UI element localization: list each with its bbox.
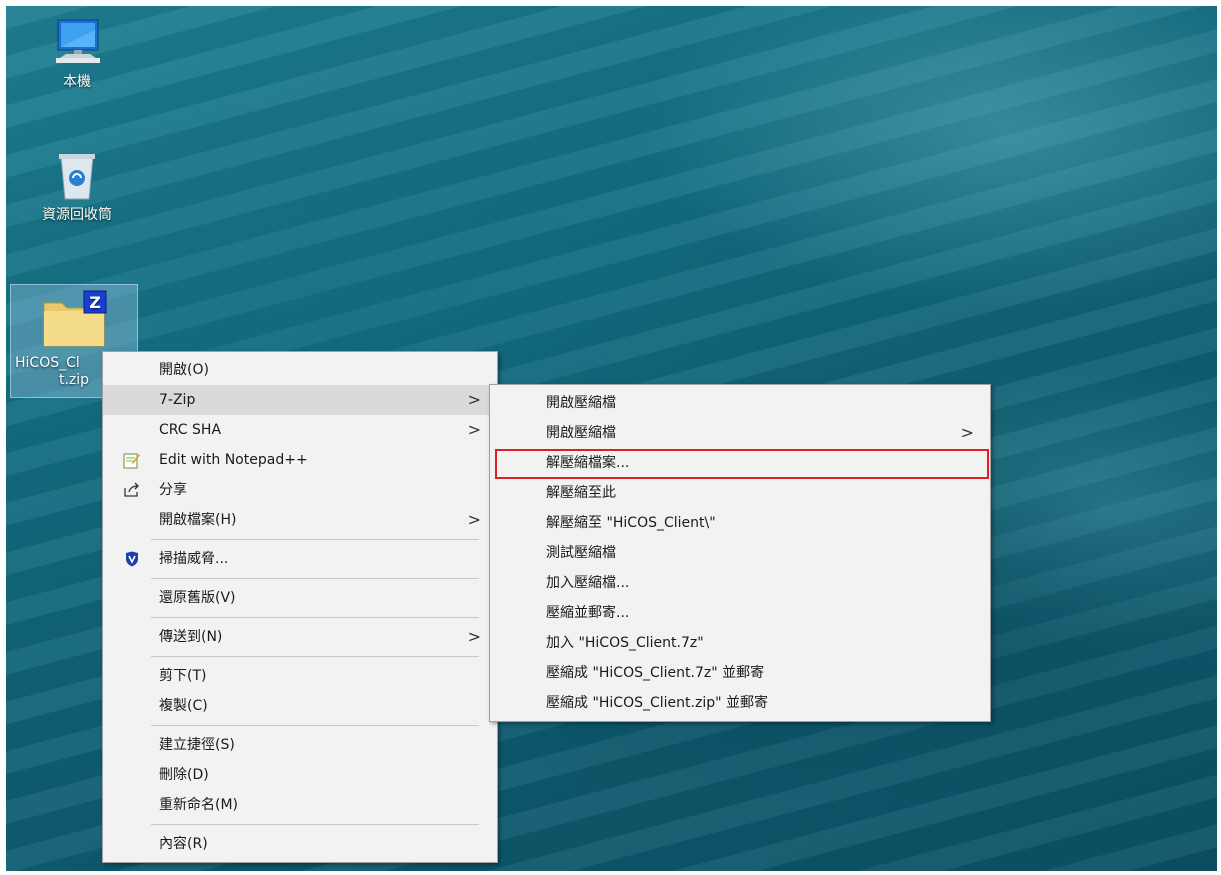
- computer-icon: [56, 19, 100, 63]
- chevron-right-icon: >: [467, 420, 481, 439]
- menu-item-crc-sha[interactable]: CRC SHA >: [103, 415, 497, 445]
- menu-item-copy[interactable]: 複製(C): [103, 691, 497, 721]
- recycle-bin-icon: [59, 154, 95, 200]
- share-icon: [121, 475, 143, 505]
- menu-separator: [151, 725, 479, 726]
- menu-item-open[interactable]: 開啟(O): [103, 355, 497, 385]
- defender-shield-icon: [121, 544, 143, 574]
- desktop-icon-this-pc[interactable]: 本機: [42, 16, 112, 91]
- chevron-right-icon: >: [467, 627, 481, 646]
- menu-item-properties[interactable]: 內容(R): [103, 829, 497, 859]
- sevenzip-submenu: 開啟壓縮檔 開啟壓縮檔 > 解壓縮檔案... 解壓縮至此 解壓縮至 "HiCOS_…: [489, 384, 991, 722]
- submenu-item-extract-files[interactable]: 解壓縮檔案...: [490, 448, 990, 478]
- submenu-item-add-to-7z[interactable]: 加入 "HiCOS_Client.7z": [490, 628, 990, 658]
- menu-item-restore-previous[interactable]: 還原舊版(V): [103, 583, 497, 613]
- menu-item-edit-notepadpp[interactable]: Edit with Notepad++: [103, 445, 497, 475]
- menu-separator: [151, 578, 479, 579]
- submenu-item-add-to-archive[interactable]: 加入壓縮檔...: [490, 568, 990, 598]
- chevron-right-icon: >: [960, 423, 974, 442]
- menu-item-send-to[interactable]: 傳送到(N) >: [103, 622, 497, 652]
- menu-item-scan-threats[interactable]: 掃描威脅...: [103, 544, 497, 574]
- zip-folder-icon: Z: [43, 290, 107, 347]
- menu-separator: [151, 824, 479, 825]
- menu-item-open-with[interactable]: 開啟檔案(H) >: [103, 505, 497, 535]
- menu-separator: [151, 539, 479, 540]
- desktop-icon-label: 本機: [63, 74, 91, 90]
- menu-item-cut[interactable]: 剪下(T): [103, 661, 497, 691]
- menu-separator: [151, 617, 479, 618]
- notepad-plus-plus-icon: [121, 445, 143, 475]
- menu-item-create-shortcut[interactable]: 建立捷徑(S): [103, 730, 497, 760]
- menu-item-7zip[interactable]: 7-Zip >: [103, 385, 497, 415]
- menu-item-rename[interactable]: 重新命名(M): [103, 790, 497, 820]
- desktop: 本機 資源回收筒 Z HiCOS_Cl t.zip 開啟(O) 7-Zip > C…: [6, 6, 1217, 871]
- desktop-icon-label: 資源回收筒: [42, 207, 112, 223]
- submenu-item-extract-here[interactable]: 解壓縮至此: [490, 478, 990, 508]
- submenu-item-open-archive[interactable]: 開啟壓縮檔: [490, 388, 990, 418]
- menu-item-delete[interactable]: 刪除(D): [103, 760, 497, 790]
- menu-item-share[interactable]: 分享: [103, 475, 497, 505]
- svg-text:Z: Z: [89, 293, 101, 312]
- chevron-right-icon: >: [467, 510, 481, 529]
- submenu-item-compress-7z-email[interactable]: 壓縮成 "HiCOS_Client.7z" 並郵寄: [490, 658, 990, 688]
- context-menu: 開啟(O) 7-Zip > CRC SHA > Edit with Notepad+…: [102, 351, 498, 863]
- submenu-item-test-archive[interactable]: 測試壓縮檔: [490, 538, 990, 568]
- menu-separator: [151, 656, 479, 657]
- chevron-right-icon: >: [467, 390, 481, 409]
- desktop-icon-recycle-bin[interactable]: 資源回收筒: [16, 151, 138, 224]
- submenu-item-compress-and-email[interactable]: 壓縮並郵寄...: [490, 598, 990, 628]
- submenu-item-compress-zip-email[interactable]: 壓縮成 "HiCOS_Client.zip" 並郵寄: [490, 688, 990, 718]
- submenu-item-open-archive-as[interactable]: 開啟壓縮檔 >: [490, 418, 990, 448]
- submenu-item-extract-to-folder[interactable]: 解壓縮至 "HiCOS_Client\": [490, 508, 990, 538]
